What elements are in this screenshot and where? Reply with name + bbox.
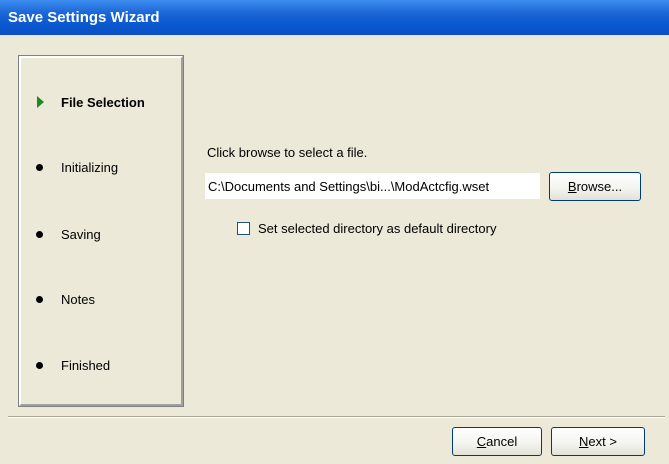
cancel-button[interactable]: Cancel — [452, 427, 542, 456]
step-initializing: Initializing — [35, 157, 118, 177]
browse-mnemonic: B — [567, 179, 577, 194]
default-directory-option[interactable]: Set selected directory as default direct… — [237, 221, 496, 236]
step-finished: Finished — [35, 355, 110, 375]
file-path-field[interactable]: C:\Documents and Settings\bi...\ModActcf… — [205, 173, 540, 199]
default-directory-checkbox[interactable] — [237, 222, 250, 235]
step-file-selection: File Selection — [35, 92, 145, 112]
browse-label: rowse... — [576, 179, 623, 194]
default-directory-label[interactable]: Set selected directory as default direct… — [258, 221, 496, 236]
step-label: Saving — [61, 226, 101, 242]
next-mnemonic: N — [579, 434, 589, 449]
title-bar[interactable]: Save Settings Wizard — [0, 0, 669, 35]
current-step-arrow-icon — [37, 96, 44, 108]
cancel-label: ancel — [486, 434, 518, 449]
bullet-icon — [36, 295, 43, 303]
step-label: File Selection — [61, 94, 145, 110]
wizard-steps-panel: File Selection Initializing Saving Notes… — [18, 55, 184, 407]
cancel-mnemonic: C — [476, 434, 487, 449]
next-label: ext > — [588, 434, 617, 449]
bullet-icon — [36, 361, 43, 369]
step-label: Finished — [61, 357, 111, 373]
next-button[interactable]: Next > — [551, 427, 645, 456]
step-label: Notes — [61, 291, 95, 307]
step-saving: Saving — [35, 224, 101, 244]
bullet-icon — [36, 163, 43, 171]
browse-button[interactable]: Browse... — [549, 172, 641, 201]
bullet-icon — [36, 230, 43, 238]
select-file-prompt: Click browse to select a file. — [207, 145, 368, 160]
step-notes: Notes — [35, 289, 95, 309]
footer-separator — [8, 416, 665, 418]
window-title: Save Settings Wizard — [8, 9, 160, 26]
step-label: Initializing — [61, 159, 119, 175]
